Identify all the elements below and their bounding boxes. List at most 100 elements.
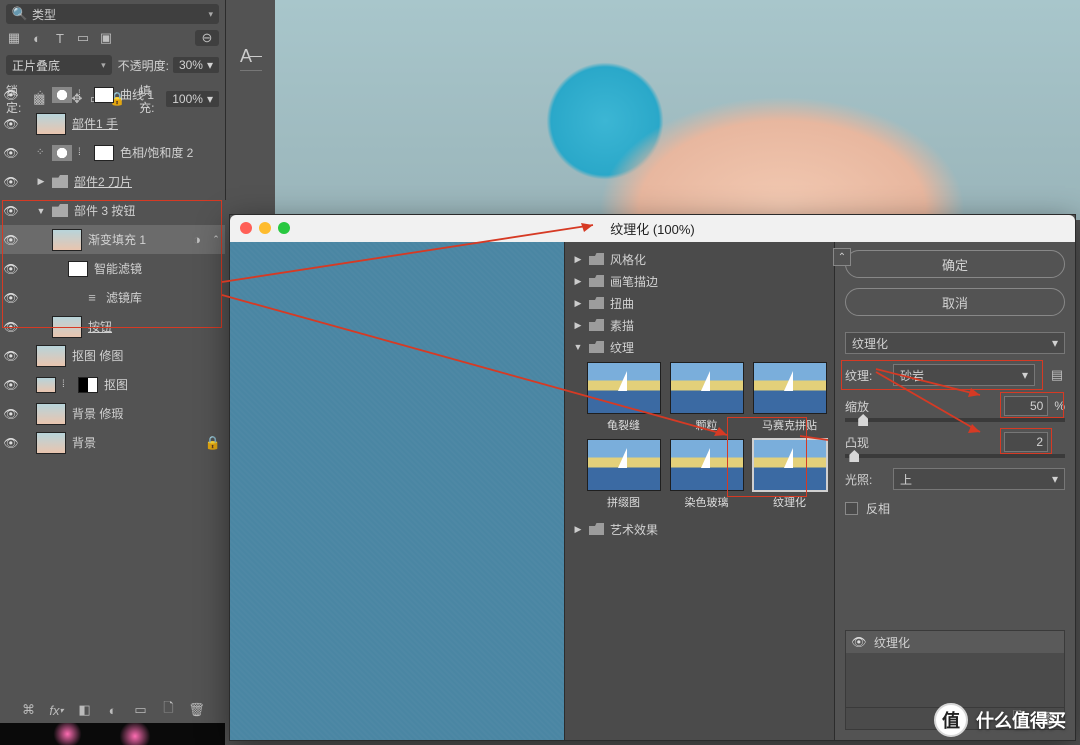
filter-thumb[interactable]: 颗粒 bbox=[668, 362, 745, 433]
ok-button[interactable]: 确定 bbox=[845, 250, 1065, 278]
smart-filter-icon[interactable]: ◑ bbox=[189, 232, 205, 248]
layer-name: 抠图 修图 bbox=[72, 347, 123, 364]
scale-input[interactable]: 50 bbox=[1004, 396, 1048, 416]
relief-slider[interactable] bbox=[845, 454, 1065, 458]
filter-thumb[interactable]: 染色玻璃 bbox=[668, 439, 745, 510]
layer-row[interactable]: 👁▼部件 3 按钮 bbox=[0, 196, 225, 225]
collapse-button[interactable]: ⌃ bbox=[833, 248, 851, 266]
visibility-icon[interactable]: 👁 bbox=[4, 146, 18, 160]
visibility-icon[interactable]: 👁 bbox=[4, 291, 18, 305]
visibility-icon[interactable]: 👁 bbox=[852, 635, 866, 649]
visibility-icon[interactable]: 👁 bbox=[4, 378, 18, 392]
canvas-photo bbox=[275, 0, 1080, 220]
category-row[interactable]: ▼纹理 bbox=[569, 336, 830, 358]
chevron-down-icon: ▾ bbox=[1022, 368, 1028, 382]
filter-shape-icon[interactable]: ▭ bbox=[75, 30, 91, 46]
layer-row[interactable]: 👁⁞抠图 bbox=[0, 370, 225, 399]
relief-input[interactable]: 2 bbox=[1004, 432, 1048, 452]
visibility-icon[interactable]: 👁 bbox=[4, 349, 18, 363]
invert-checkbox[interactable]: 反相 bbox=[845, 500, 1065, 517]
watermark-badge: 值 bbox=[934, 703, 968, 737]
dialog-titlebar[interactable]: 纹理化 (100%) bbox=[230, 215, 1075, 242]
visibility-icon[interactable]: 👁 bbox=[4, 88, 18, 102]
filter-thumb-label: 拼缀图 bbox=[607, 494, 640, 510]
layer-name: 部件1 手 bbox=[72, 115, 118, 132]
layer-row[interactable]: 👁按钮 bbox=[0, 312, 225, 341]
layer-row[interactable]: 👁⁘⁞色相/饱和度 2 bbox=[0, 138, 225, 167]
category-row[interactable]: ▶扭曲 bbox=[569, 292, 830, 314]
category-label: 艺术效果 bbox=[610, 521, 658, 538]
layer-row[interactable]: 👁▶部件2 刀片 bbox=[0, 167, 225, 196]
layer-row[interactable]: 👁渐变填充 1◑⌃ bbox=[0, 225, 225, 254]
minimize-icon[interactable] bbox=[259, 222, 271, 234]
chevron-down-icon: ▾ bbox=[1052, 336, 1058, 350]
smart-thumb bbox=[36, 432, 66, 454]
layer-row[interactable]: 👁智能滤镜 bbox=[0, 254, 225, 283]
smart-thumb bbox=[52, 229, 82, 251]
filter-toggle-icon[interactable]: ⊖ bbox=[195, 30, 219, 46]
filter-smart-icon[interactable]: ▣ bbox=[98, 30, 114, 46]
layer-row[interactable]: 👁背景🔒 bbox=[0, 428, 225, 457]
blend-mode-select[interactable]: 正片叠底 ▾ bbox=[6, 55, 112, 75]
layer-row[interactable]: 👁⁘⁞曲线 1 bbox=[0, 80, 225, 109]
visibility-icon[interactable]: 👁 bbox=[4, 204, 18, 218]
layer-row[interactable]: 👁 抠图 修图 bbox=[0, 341, 225, 370]
category-row[interactable]: ▶艺术效果 bbox=[569, 518, 830, 540]
filter-thumb[interactable]: 拼缀图 bbox=[585, 439, 662, 510]
filter-categories: ▶风格化▶画笔描边▶扭曲▶素描▼纹理龟裂缝颗粒马赛克拼贴拼缀图 染色玻璃纹理化 ▶艺… bbox=[565, 242, 835, 740]
visibility-icon[interactable]: 👁 bbox=[4, 175, 18, 189]
adjustment-icon[interactable]: ◐ bbox=[105, 702, 121, 718]
filter-select-value: 纹理化 bbox=[852, 335, 888, 352]
visibility-icon[interactable]: 👁 bbox=[4, 233, 18, 247]
close-icon[interactable] bbox=[240, 222, 252, 234]
filter-pixel-icon[interactable]: ▦ bbox=[6, 30, 22, 46]
zoom-icon[interactable] bbox=[278, 222, 290, 234]
filter-thumb[interactable]: 马赛克拼贴 bbox=[751, 362, 828, 433]
layer-name: 曲线 1 bbox=[120, 86, 154, 103]
layer-row[interactable]: 👁 部件1 手 bbox=[0, 109, 225, 138]
visibility-icon[interactable]: 👁 bbox=[4, 407, 18, 421]
texture-select[interactable]: 砂岩 ▾ bbox=[893, 364, 1035, 386]
chevron-down-icon: ▾ bbox=[208, 9, 213, 20]
load-texture-icon[interactable]: ▤ bbox=[1049, 367, 1065, 383]
visibility-icon[interactable]: 👁 bbox=[4, 262, 18, 276]
folder-icon bbox=[589, 319, 604, 331]
window-traffic-lights bbox=[240, 222, 290, 234]
layer-name: 色相/饱和度 2 bbox=[120, 144, 193, 161]
layer-row[interactable]: 👁背景 修瑕 bbox=[0, 399, 225, 428]
category-row[interactable]: ▶画笔描边 bbox=[569, 270, 830, 292]
link-icon: ⁞ bbox=[78, 147, 88, 158]
delete-icon[interactable]: 🗑 bbox=[189, 702, 205, 718]
filter-thumb[interactable]: 龟裂缝 bbox=[585, 362, 662, 433]
filter-thumb[interactable]: 纹理化 bbox=[751, 439, 828, 510]
smart-thumb bbox=[36, 377, 56, 393]
opacity-label: 不透明度: bbox=[118, 57, 169, 74]
chevron-down-icon: ▾ bbox=[207, 58, 213, 72]
filter-type-icon[interactable]: T bbox=[52, 30, 68, 46]
new-layer-icon[interactable]: 🗋 bbox=[161, 702, 177, 718]
layer-search-kind[interactable]: 🔍 类型 ▾ bbox=[6, 4, 219, 24]
visibility-icon[interactable]: 👁 bbox=[4, 320, 18, 334]
filter-thumb-label: 纹理化 bbox=[773, 494, 806, 510]
invert-label: 反相 bbox=[866, 500, 890, 517]
link-layers-icon[interactable]: ⌘ bbox=[21, 702, 37, 718]
mask-icon[interactable]: ◧ bbox=[77, 702, 93, 718]
cancel-button[interactable]: 取消 bbox=[845, 288, 1065, 316]
light-select[interactable]: 上 ▾ bbox=[893, 468, 1065, 490]
category-row[interactable]: ▶风格化 bbox=[569, 248, 830, 270]
opacity-field[interactable]: 30% ▾ bbox=[173, 57, 219, 73]
filter-adjust-icon[interactable]: ◐ bbox=[29, 30, 45, 46]
layer-name: 滤镜库 bbox=[106, 289, 142, 306]
filter-gallery-dialog: 纹理化 (100%) ▶风格化▶画笔描边▶扭曲▶素描▼纹理龟裂缝颗粒马赛克拼贴拼… bbox=[229, 214, 1076, 741]
filter-icon: ≡ bbox=[84, 290, 100, 306]
visibility-icon[interactable]: 👁 bbox=[4, 436, 18, 450]
fx-icon[interactable]: fx▾ bbox=[49, 702, 65, 718]
visibility-icon[interactable]: 👁 bbox=[4, 117, 18, 131]
filter-preview[interactable] bbox=[230, 242, 565, 740]
layer-row[interactable]: 👁 ≡ 滤镜库 bbox=[0, 283, 225, 312]
filter-select[interactable]: 纹理化 ▾ bbox=[845, 332, 1065, 354]
category-row[interactable]: ▶素描 bbox=[569, 314, 830, 336]
group-icon[interactable]: ▭ bbox=[133, 702, 149, 718]
applied-filter-name: 纹理化 bbox=[874, 634, 910, 651]
scale-slider[interactable] bbox=[845, 418, 1065, 422]
